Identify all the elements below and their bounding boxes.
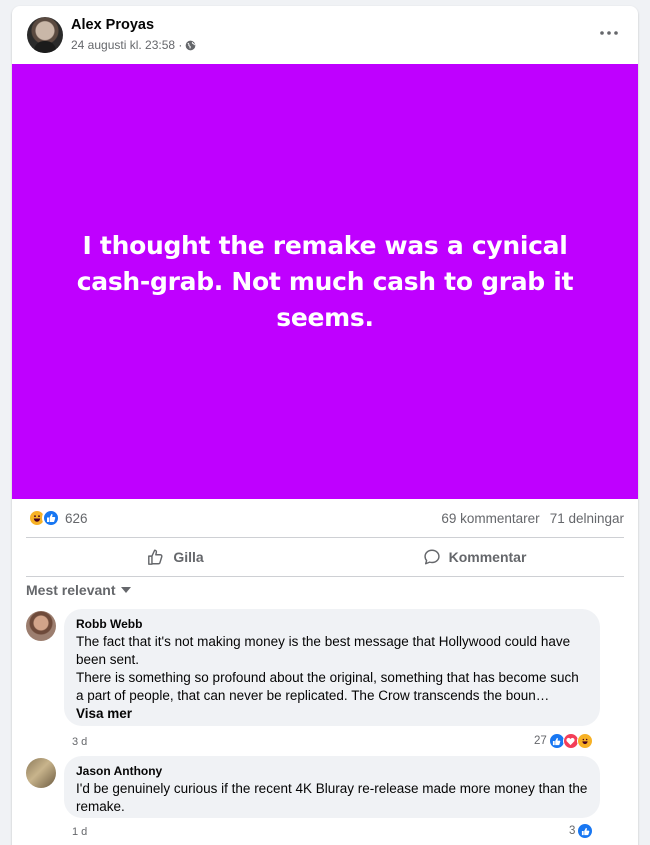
- reaction-count[interactable]: 626: [65, 511, 88, 526]
- commenter-name[interactable]: Jason Anthony: [76, 764, 588, 778]
- comment-reactions[interactable]: 27: [534, 733, 593, 749]
- like-button[interactable]: Gilla: [26, 538, 325, 576]
- post-card: Alex Proyas 24 augusti kl. 23:58 · I tho…: [12, 6, 638, 845]
- sort-label: Mest relevant: [26, 582, 116, 598]
- comment-button[interactable]: Kommentar: [325, 538, 624, 576]
- comment-time[interactable]: 1 d: [72, 826, 87, 838]
- post-header: Alex Proyas 24 augusti kl. 23:58 ·: [12, 6, 638, 64]
- author-name[interactable]: Alex Proyas: [71, 17, 154, 33]
- comment-bubble: Robb Webb The fact that it's not making …: [64, 609, 600, 726]
- thumbs-up-icon: [147, 548, 165, 566]
- comment-icon: [423, 548, 441, 566]
- more-options-button[interactable]: [594, 20, 624, 46]
- comment-bubble: Jason Anthony I'd be genuinely curious i…: [64, 756, 600, 818]
- comment-sort-dropdown[interactable]: Mest relevant: [26, 582, 132, 598]
- globe-icon: [185, 40, 196, 51]
- commenter-avatar[interactable]: [26, 611, 56, 641]
- haha-reaction-icon: [576, 733, 593, 749]
- see-more-link[interactable]: Visa mer: [76, 706, 588, 721]
- comment-text: The fact that it's not making money is t…: [76, 634, 571, 667]
- caret-down-icon: [121, 587, 132, 593]
- author-avatar[interactable]: [27, 17, 63, 53]
- commenter-avatar[interactable]: [26, 758, 56, 788]
- reaction-icons[interactable]: [28, 509, 60, 527]
- divider: [26, 576, 624, 577]
- commenter-name[interactable]: Robb Webb: [76, 617, 588, 631]
- comment-time[interactable]: 3 d: [72, 736, 87, 748]
- comment-reaction-count: 3: [569, 825, 576, 837]
- comment-reaction-count: 27: [534, 735, 547, 747]
- like-reaction-icon: [577, 823, 594, 839]
- post-actions: Gilla Kommentar: [26, 538, 624, 576]
- engagement-counts: 69 kommentarer 71 delningar: [441, 511, 624, 526]
- like-label: Gilla: [173, 549, 204, 565]
- like-reaction-icon: [42, 509, 60, 527]
- comment-count[interactable]: 69 kommentarer: [441, 511, 539, 526]
- comment-label: Kommentar: [448, 549, 527, 565]
- post-meta: 24 augusti kl. 23:58 ·: [71, 38, 196, 52]
- post-text-background: I thought the remake was a cynical cash-…: [12, 64, 638, 499]
- comment-text: There is something so profound about the…: [76, 670, 579, 703]
- comment-reactions[interactable]: 3: [569, 823, 594, 839]
- post-timestamp[interactable]: 24 augusti kl. 23:58 ·: [71, 38, 182, 52]
- comment-text: I'd be genuinely curious if the recent 4…: [76, 781, 588, 814]
- post-stats: 626 69 kommentarer 71 delningar: [12, 499, 638, 537]
- share-count[interactable]: 71 delningar: [550, 511, 624, 526]
- post-text: I thought the remake was a cynical cash-…: [76, 230, 574, 332]
